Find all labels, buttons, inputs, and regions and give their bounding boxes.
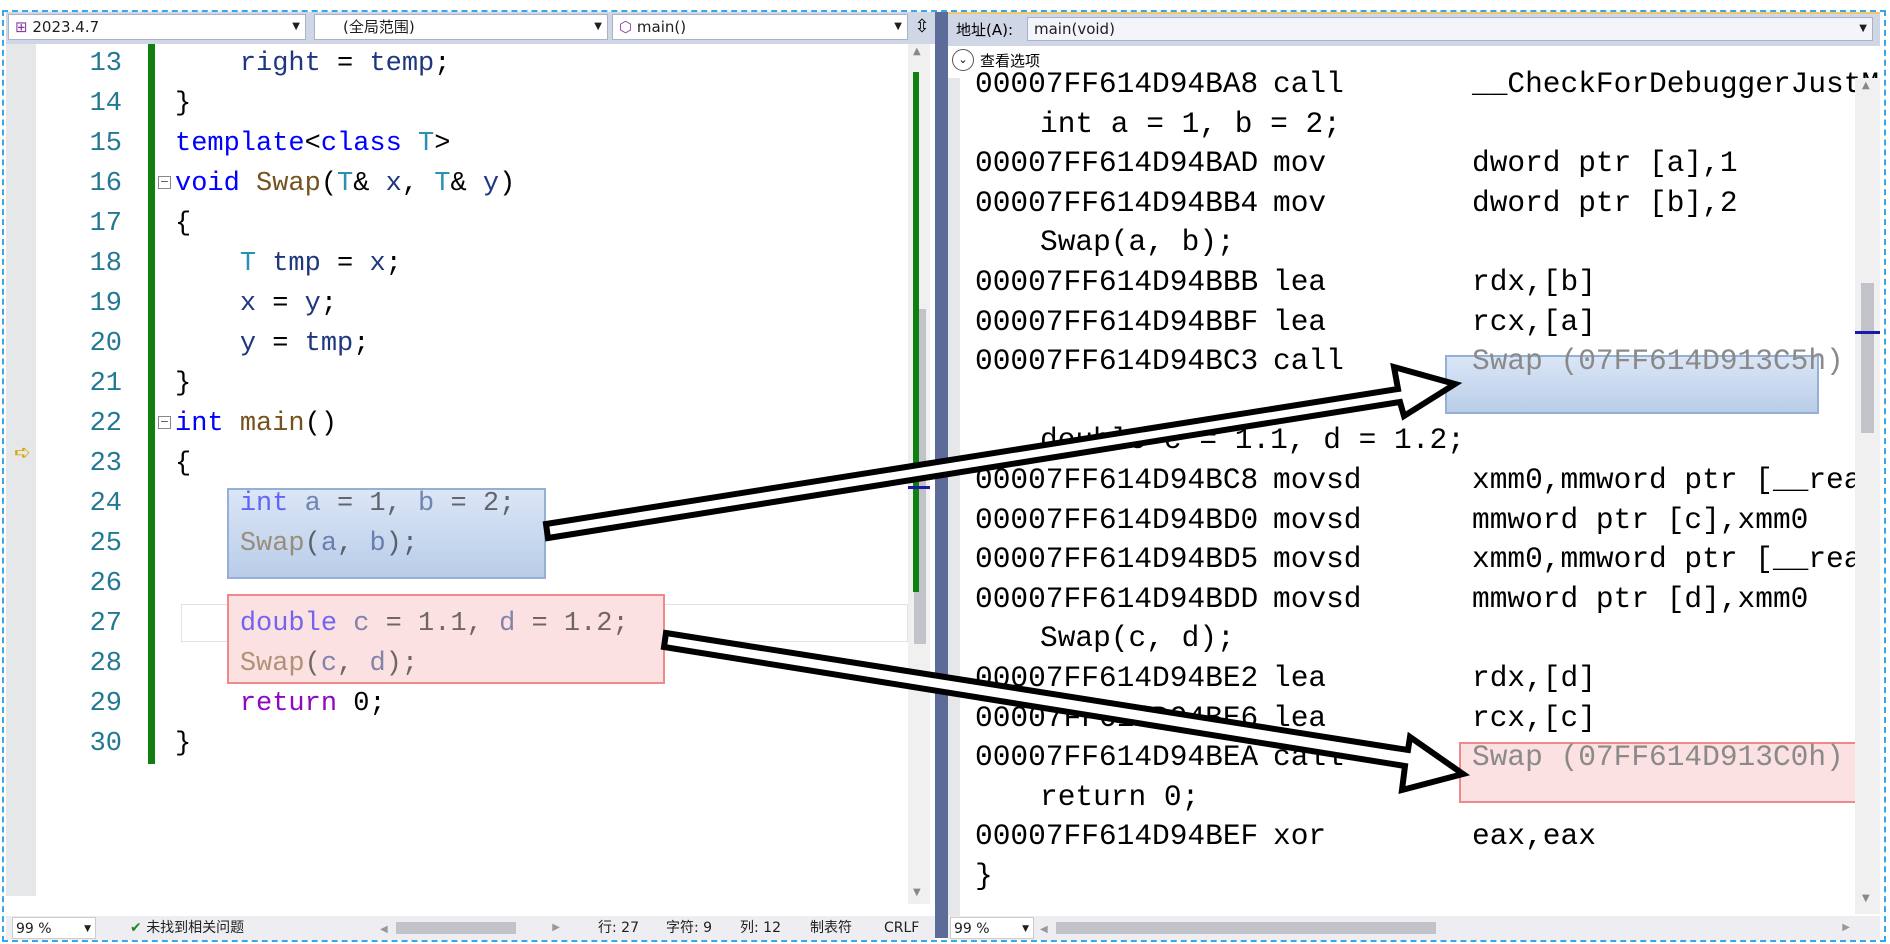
arrow-double-swap	[660, 629, 1471, 795]
annotation-arrows	[542, 362, 1471, 795]
arrow-int-swap	[542, 362, 1463, 542]
